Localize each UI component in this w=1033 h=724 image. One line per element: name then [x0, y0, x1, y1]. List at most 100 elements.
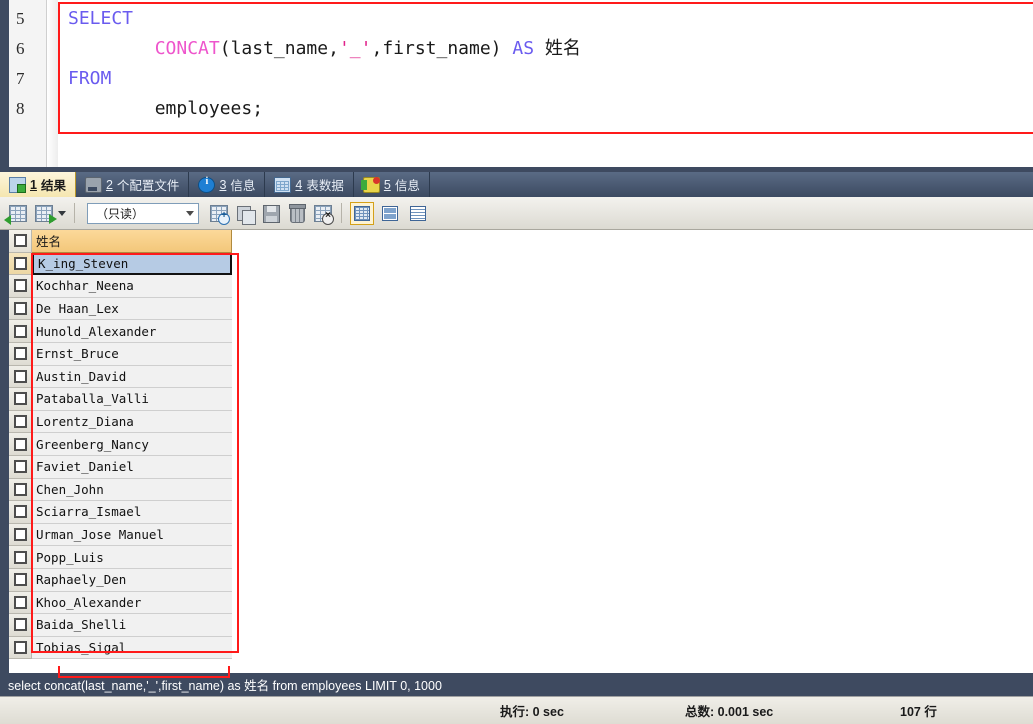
row-checkbox[interactable]: [13, 573, 27, 587]
cell-name[interactable]: Raphaely_Den: [32, 568, 232, 592]
cell-name[interactable]: Greenberg_Nancy: [32, 433, 232, 456]
tab-info[interactable]: 3 信息: [189, 172, 266, 197]
row-select-cell[interactable]: [9, 636, 32, 660]
row-checkbox[interactable]: [13, 256, 27, 270]
select-all-checkbox[interactable]: [13, 234, 27, 248]
view-mode-grid[interactable]: [350, 201, 374, 225]
cell-name[interactable]: Kochhar_Neena: [32, 275, 232, 298]
results-tab-bar[interactable]: 1 结果 2 个配置文件 3 信息 4 表数据 5 信息: [0, 172, 1033, 198]
row-checkbox[interactable]: [13, 324, 27, 338]
row-select-cell[interactable]: [9, 433, 32, 456]
row-checkbox[interactable]: [13, 279, 27, 293]
add-record-button[interactable]: [207, 202, 230, 225]
table-row[interactable]: Greenberg_Nancy: [9, 433, 1033, 456]
cell-name[interactable]: Faviet_Daniel: [32, 455, 232, 479]
revert-changes-button[interactable]: [311, 202, 334, 225]
cell-name[interactable]: Sciarra_Ismael: [32, 501, 232, 524]
row-select-cell[interactable]: [9, 388, 32, 411]
table-row[interactable]: Hunold_Alexander: [9, 320, 1033, 343]
readonly-mode-select[interactable]: （只读）: [87, 202, 199, 224]
column-header-name[interactable]: 姓名: [32, 230, 232, 253]
row-checkbox[interactable]: [13, 482, 27, 496]
row-select-cell[interactable]: [9, 275, 32, 298]
row-select-cell[interactable]: [9, 297, 32, 321]
table-row[interactable]: Faviet_Daniel: [9, 455, 1033, 479]
table-row[interactable]: Chen_John: [9, 478, 1033, 502]
select-all-cell[interactable]: [9, 230, 32, 253]
insert-row-icon[interactable]: [4, 202, 28, 225]
table-row[interactable]: Pataballa_Valli: [9, 388, 1033, 411]
cell-name[interactable]: Pataballa_Valli: [32, 388, 232, 411]
table-row[interactable]: K_ing_Steven: [9, 252, 1033, 276]
cell-name[interactable]: K_ing_Steven: [32, 252, 232, 276]
sql-code-area[interactable]: SELECT CONCAT(last_name,'_',first_name) …: [58, 0, 1033, 167]
table-row[interactable]: Tobias_Sigal: [9, 636, 1033, 660]
grid-toolbar[interactable]: （只读）: [0, 197, 1033, 230]
row-select-cell[interactable]: [9, 320, 32, 343]
row-select-cell[interactable]: [9, 568, 32, 592]
cell-name[interactable]: Tobias_Sigal: [32, 636, 232, 660]
view-mode-text[interactable]: [406, 202, 430, 225]
table-row[interactable]: Ernst_Bruce: [9, 342, 1033, 366]
fold-margin[interactable]: [47, 0, 58, 167]
row-checkbox[interactable]: [13, 618, 27, 632]
tab-result[interactable]: 1 结果: [0, 172, 76, 197]
cell-name[interactable]: Hunold_Alexander: [32, 320, 232, 343]
row-checkbox[interactable]: [13, 437, 27, 451]
cell-name[interactable]: Urman_Jose Manuel: [32, 523, 232, 547]
cell-name[interactable]: Khoo_Alexander: [32, 591, 232, 615]
row-select-cell[interactable]: [9, 546, 32, 569]
table-row[interactable]: Kochhar_Neena: [9, 275, 1033, 298]
row-select-cell[interactable]: [9, 591, 32, 615]
result-grid[interactable]: 姓名 K_ing_Steven Kochhar_Neena De Haan_Lex H…: [9, 230, 1033, 673]
table-row[interactable]: De Haan_Lex: [9, 297, 1033, 321]
table-row[interactable]: Popp_Luis: [9, 546, 1033, 569]
row-select-cell[interactable]: [9, 455, 32, 479]
refresh-record-button[interactable]: [233, 202, 256, 225]
row-checkbox[interactable]: [13, 550, 27, 564]
cell-name[interactable]: Lorentz_Diana: [32, 410, 232, 434]
table-row[interactable]: Baida_Shelli: [9, 614, 1033, 637]
row-checkbox[interactable]: [13, 460, 27, 474]
table-row[interactable]: Khoo_Alexander: [9, 591, 1033, 615]
row-select-cell[interactable]: [9, 410, 32, 434]
row-checkbox[interactable]: [13, 392, 27, 406]
apply-changes-button[interactable]: [259, 202, 281, 224]
result-grid-panel[interactable]: 姓名 K_ing_Steven Kochhar_Neena De Haan_Lex H…: [0, 230, 1033, 673]
row-select-cell[interactable]: [9, 252, 32, 276]
row-select-cell[interactable]: [9, 365, 32, 389]
row-select-cell[interactable]: [9, 614, 32, 637]
export-row-icon[interactable]: [32, 202, 57, 224]
table-row[interactable]: Austin_David: [9, 365, 1033, 389]
cell-name[interactable]: Chen_John: [32, 478, 232, 502]
cell-name[interactable]: De Haan_Lex: [32, 297, 232, 321]
chevron-down-icon[interactable]: [58, 210, 66, 216]
row-checkbox[interactable]: [13, 640, 27, 654]
tab-status-info[interactable]: 5 信息: [354, 172, 430, 197]
row-checkbox[interactable]: [13, 505, 27, 519]
cell-name[interactable]: Popp_Luis: [32, 546, 232, 569]
table-row[interactable]: Raphaely_Den: [9, 568, 1033, 592]
view-mode-form[interactable]: [378, 202, 402, 225]
tab-table-data[interactable]: 4 表数据: [265, 172, 354, 197]
row-select-cell[interactable]: [9, 501, 32, 524]
cell-name[interactable]: Ernst_Bruce: [32, 342, 232, 366]
row-checkbox[interactable]: [13, 302, 27, 316]
row-select-cell[interactable]: [9, 342, 32, 366]
table-row[interactable]: Sciarra_Ismael: [9, 501, 1033, 524]
sql-editor[interactable]: 5 6 7 8 SELECT CONCAT(last_name,'_',firs…: [0, 0, 1033, 167]
grid-header-row: 姓名: [9, 230, 1033, 253]
row-select-cell[interactable]: [9, 523, 32, 547]
row-checkbox[interactable]: [13, 528, 27, 542]
row-checkbox[interactable]: [13, 369, 27, 383]
row-checkbox[interactable]: [13, 595, 27, 609]
row-select-cell[interactable]: [9, 478, 32, 502]
cell-name[interactable]: Austin_David: [32, 365, 232, 389]
row-checkbox[interactable]: [13, 347, 27, 361]
cell-name[interactable]: Baida_Shelli: [32, 614, 232, 637]
tab-profiles[interactable]: 2 个配置文件: [76, 172, 190, 197]
table-row[interactable]: Urman_Jose Manuel: [9, 523, 1033, 547]
delete-record-button[interactable]: [285, 202, 307, 224]
row-checkbox[interactable]: [13, 415, 27, 429]
table-row[interactable]: Lorentz_Diana: [9, 410, 1033, 434]
